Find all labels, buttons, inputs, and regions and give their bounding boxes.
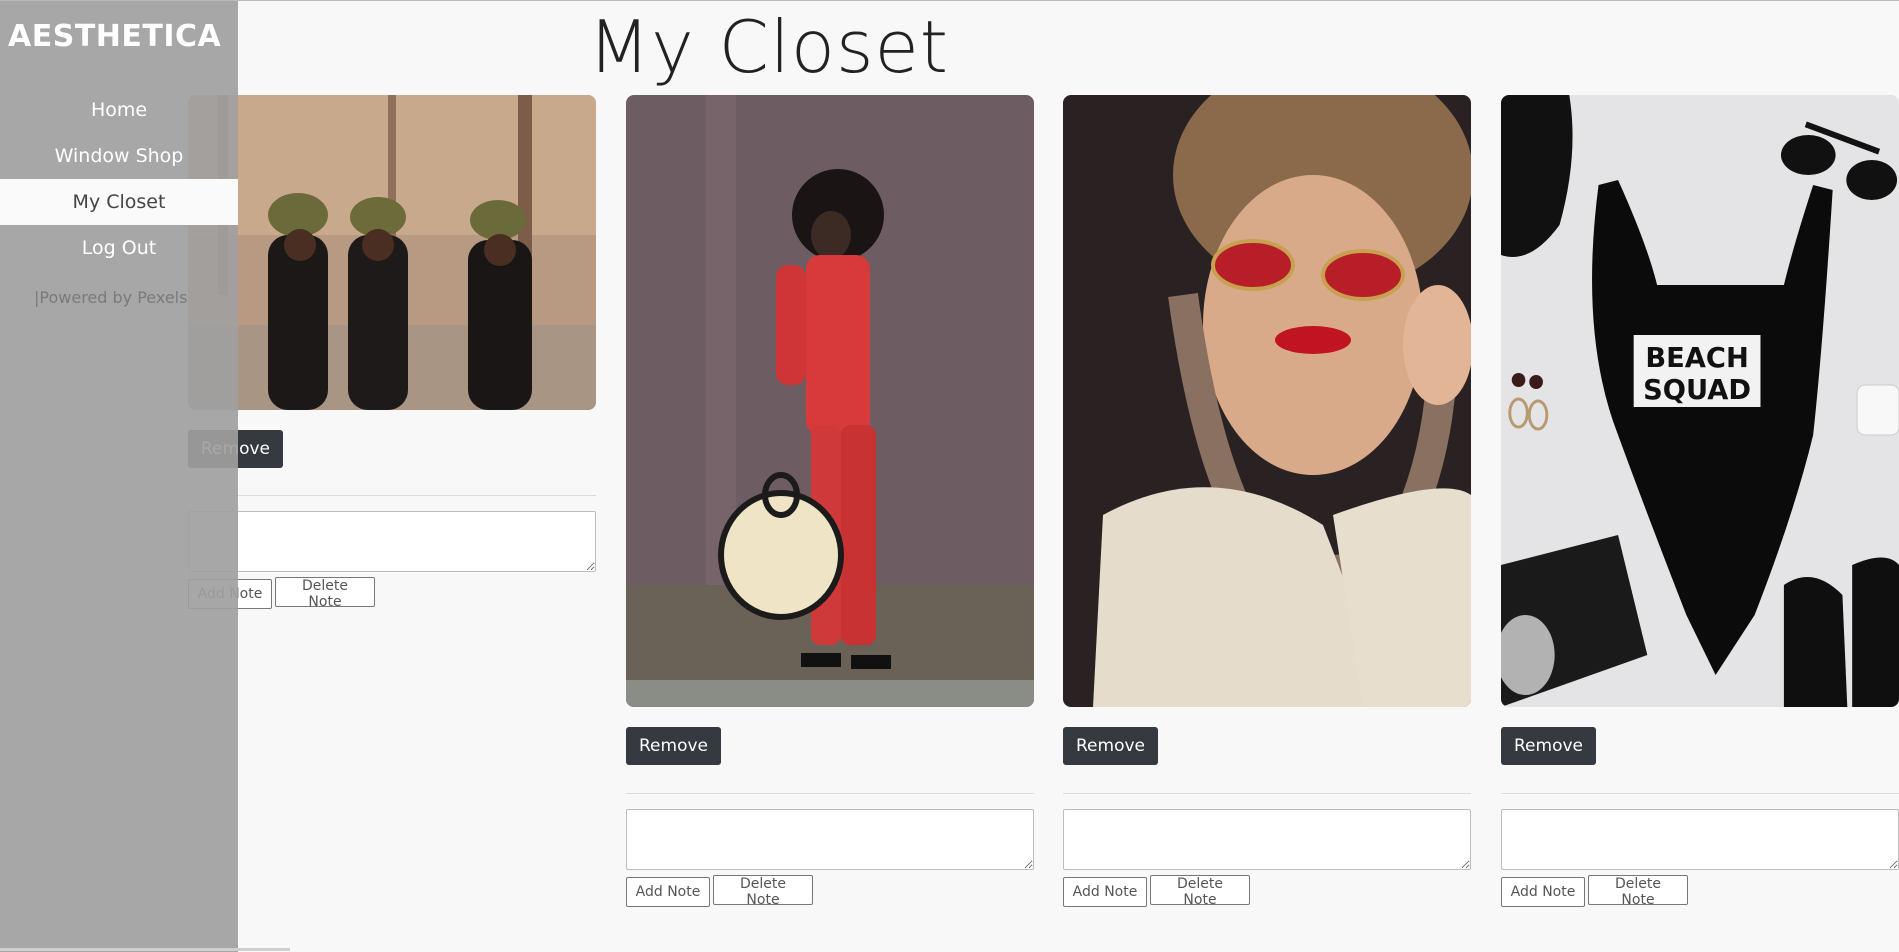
sidebar-item-log-out[interactable]: Log Out [0,225,238,271]
remove-button[interactable]: Remove [1501,727,1596,765]
closet-card: BEACH SQUAD Remove Add Note Delete Note [1501,95,1899,908]
sidebar-item-my-closet[interactable]: My Closet [0,179,238,225]
add-note-button[interactable]: Add Note [1063,877,1147,907]
divider [188,495,596,496]
closet-photo [626,95,1034,707]
add-note-button[interactable]: Add Note [1501,877,1585,907]
swimsuit-flatlay-photo: BEACH SQUAD [1501,95,1899,707]
forest-women-photo [188,95,596,410]
brand-logo[interactable]: AESTHETICA [8,19,221,54]
delete-note-button[interactable]: Delete Note [275,577,375,610]
closet-card: Remove Add Note Delete Note [626,95,1034,908]
note-textarea[interactable] [188,511,596,572]
sidebar-item-home[interactable]: Home [0,87,238,133]
delete-note-button[interactable]: Delete Note [1588,875,1688,908]
swimsuit-print-text: BEACH [1645,341,1748,374]
closet-card: Remove Add Note Delete Note [1063,95,1471,908]
closet-card: Remove Add Note Delete Note [188,95,596,610]
divider [626,793,1034,794]
add-note-button[interactable]: Add Note [626,877,710,907]
delete-note-button[interactable]: Delete Note [713,875,813,908]
divider [1063,793,1471,794]
sidebar-overlay: AESTHETICA Home Window Shop My Closet Lo… [0,1,238,952]
remove-button[interactable]: Remove [1063,727,1158,765]
closet-photo: BEACH SQUAD [1501,95,1899,707]
closet-photo [1063,95,1471,707]
closet-photo [188,95,596,410]
swimsuit-print-text: SQUAD [1643,373,1751,406]
remove-button[interactable]: Remove [626,727,721,765]
sidebar-item-window-shop[interactable]: Window Shop [0,133,238,179]
divider [1501,793,1899,794]
note-textarea[interactable] [1063,809,1471,870]
note-textarea[interactable] [626,809,1034,870]
pexels-credit[interactable]: |Powered by Pexels [34,288,187,307]
sunglasses-woman-photo [1063,95,1471,707]
delete-note-button[interactable]: Delete Note [1150,875,1250,908]
page-title: My Closet [588,5,949,89]
red-outfit-photo [626,95,1034,707]
note-textarea[interactable] [1501,809,1899,870]
